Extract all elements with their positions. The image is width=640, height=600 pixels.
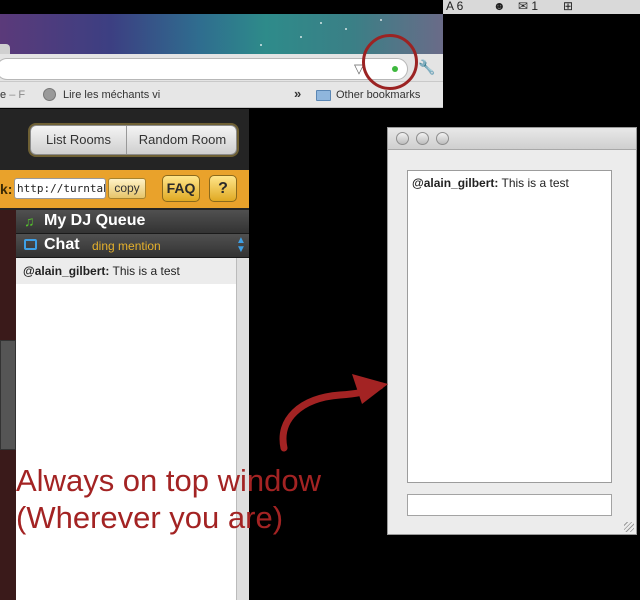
annotation-line-2: (Wherever you are) [16, 500, 284, 535]
annotation-text: Always on top window (Wherever you are) [16, 462, 376, 536]
annotation-line-1: Always on top window [16, 463, 321, 498]
